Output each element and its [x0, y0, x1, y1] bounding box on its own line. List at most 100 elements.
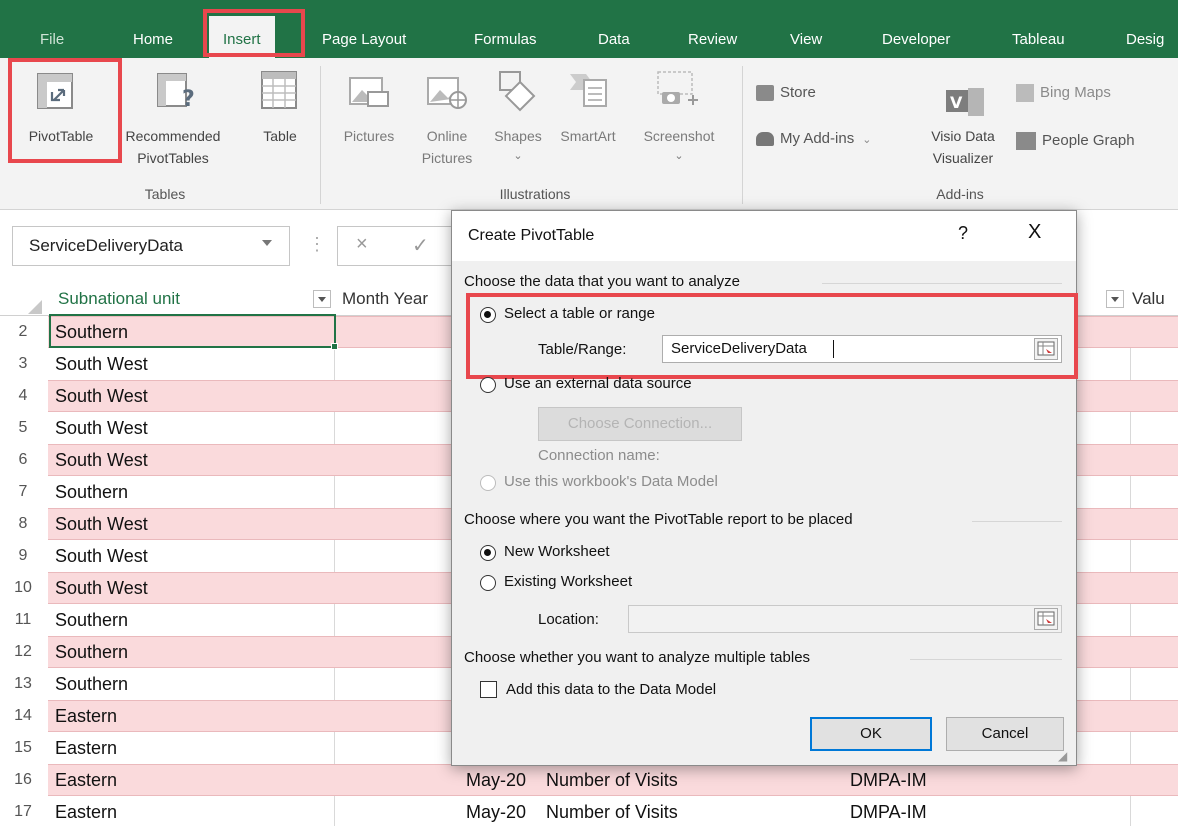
tab-home[interactable]: Home: [133, 0, 173, 58]
add-to-data-model-label[interactable]: Add this data to the Data Model: [506, 681, 716, 698]
cell-subnational-unit[interactable]: Eastern: [55, 796, 117, 826]
new-worksheet-radio[interactable]: [480, 545, 496, 561]
tab-formulas[interactable]: Formulas: [474, 0, 537, 58]
tab-file[interactable]: File: [40, 0, 64, 58]
cell-subnational-unit[interactable]: South West: [55, 508, 148, 540]
cell-indicator[interactable]: Number of Visits: [546, 764, 678, 796]
cell-month-year[interactable]: May-20: [466, 796, 526, 826]
row-number[interactable]: 5: [0, 412, 46, 444]
tab-design[interactable]: Desig: [1126, 0, 1164, 58]
row-number[interactable]: 16: [0, 764, 46, 796]
tab-review[interactable]: Review: [688, 0, 737, 58]
visio-label-1: Visio Data: [931, 128, 995, 144]
row-number[interactable]: 6: [0, 444, 46, 476]
help-button[interactable]: ?: [958, 223, 968, 244]
data-model-radio[interactable]: [480, 475, 496, 491]
choose-connection-button[interactable]: Choose Connection...: [538, 407, 742, 441]
cell-subnational-unit[interactable]: South West: [55, 412, 148, 444]
filter-dropdown-subnational-icon[interactable]: [313, 290, 331, 308]
screenshot-label: Screenshot: [643, 128, 715, 144]
row-number[interactable]: 2: [0, 316, 46, 348]
cancel-button[interactable]: Cancel: [946, 717, 1064, 751]
cell-method[interactable]: DMPA-IM: [850, 796, 927, 826]
pictures-button[interactable]: Pictures: [330, 58, 408, 162]
smartart-button[interactable]: SmartArt: [552, 58, 624, 162]
external-data-source-label[interactable]: Use an external data source: [504, 375, 692, 392]
location-input[interactable]: [628, 605, 1062, 633]
section-divider: [910, 659, 1062, 660]
row-number[interactable]: 4: [0, 380, 46, 412]
people-graph-label: People Graph: [1042, 132, 1135, 149]
my-addins-button[interactable]: My Add-ins ⌄: [756, 130, 871, 147]
tab-page-layout[interactable]: Page Layout: [322, 0, 406, 58]
tab-developer[interactable]: Developer: [882, 0, 950, 58]
tab-view[interactable]: View: [790, 0, 822, 58]
name-box[interactable]: ServiceDeliveryData: [12, 226, 290, 266]
select-all-icon[interactable]: [28, 300, 42, 314]
row-number[interactable]: 14: [0, 700, 46, 732]
cell-subnational-unit[interactable]: South West: [55, 380, 148, 412]
cell-subnational-unit[interactable]: Southern: [55, 316, 128, 348]
close-button[interactable]: X: [1028, 221, 1041, 244]
tab-tableau[interactable]: Tableau: [1012, 0, 1065, 58]
cell-subnational-unit[interactable]: Southern: [55, 636, 128, 668]
cell-month-year[interactable]: May-20: [466, 764, 526, 796]
table-label: Table: [263, 128, 297, 144]
cell-subnational-unit[interactable]: Southern: [55, 668, 128, 700]
recommended-pivottables-icon: ?: [157, 73, 194, 110]
location-picker-icon[interactable]: [1034, 608, 1058, 630]
filter-dropdown-value-icon[interactable]: [1106, 290, 1124, 308]
row-number[interactable]: 10: [0, 572, 46, 604]
row-number[interactable]: 11: [0, 604, 46, 636]
online-pictures-button[interactable]: Online Pictures: [410, 58, 484, 178]
cell-subnational-unit[interactable]: South West: [55, 444, 148, 476]
people-graph-button[interactable]: People Graph: [1016, 132, 1135, 151]
cell-method[interactable]: DMPA-IM: [850, 764, 927, 796]
cell-subnational-unit[interactable]: Eastern: [55, 764, 117, 796]
row-number[interactable]: 3: [0, 348, 46, 380]
shapes-button[interactable]: Shapes ⌄: [484, 58, 552, 178]
row-number[interactable]: 15: [0, 732, 46, 764]
screenshot-dropdown-icon: ⌄: [674, 150, 684, 162]
recommended-pivottables-button[interactable]: ? Recommended PivotTables: [118, 58, 228, 178]
cancel-icon[interactable]: ×: [356, 233, 368, 256]
row-number[interactable]: 17: [0, 796, 46, 826]
row-number[interactable]: 12: [0, 636, 46, 668]
cell-subnational-unit[interactable]: Southern: [55, 476, 128, 508]
formula-bar-splitter-icon[interactable]: ⋮: [308, 234, 326, 255]
row-number[interactable]: 9: [0, 540, 46, 572]
new-worksheet-label[interactable]: New Worksheet: [504, 543, 610, 560]
cell-subnational-unit[interactable]: Eastern: [55, 700, 117, 732]
cell-indicator[interactable]: Number of Visits: [546, 796, 678, 826]
store-button[interactable]: Store: [756, 84, 816, 102]
tab-data[interactable]: Data: [598, 0, 630, 58]
cell-subnational-unit[interactable]: South West: [55, 540, 148, 572]
shapes-icon: [499, 71, 536, 112]
cell-subnational-unit[interactable]: Eastern: [55, 732, 117, 764]
resize-grip-icon[interactable]: ◢: [1058, 749, 1067, 763]
cell-subnational-unit[interactable]: South West: [55, 348, 148, 380]
data-model-label[interactable]: Use this workbook's Data Model: [504, 473, 718, 490]
external-data-source-radio[interactable]: [480, 377, 496, 393]
cell-subnational-unit[interactable]: Southern: [55, 604, 128, 636]
screenshot-button[interactable]: Screenshot ⌄: [624, 58, 734, 178]
connection-name-label: Connection name:: [538, 447, 660, 464]
svg-text:V: V: [950, 93, 963, 112]
row-number[interactable]: 13: [0, 668, 46, 700]
existing-worksheet-radio[interactable]: [480, 575, 496, 591]
existing-worksheet-label[interactable]: Existing Worksheet: [504, 573, 632, 590]
ok-button[interactable]: OK: [810, 717, 932, 751]
visio-data-visualizer-button[interactable]: V Visio Data Visualizer: [916, 58, 1010, 178]
fill-handle[interactable]: [331, 343, 338, 350]
table-button[interactable]: Table: [250, 58, 310, 162]
bing-maps-button[interactable]: Bing Maps: [1016, 84, 1111, 103]
add-to-data-model-checkbox[interactable]: [480, 681, 497, 698]
row-number[interactable]: 8: [0, 508, 46, 540]
svg-text:?: ?: [182, 87, 194, 110]
cell-subnational-unit[interactable]: South West: [55, 572, 148, 604]
enter-icon[interactable]: ✓: [412, 233, 429, 258]
visio-icon: V: [946, 88, 984, 116]
section-placement-heading: Choose where you want the PivotTable rep…: [464, 511, 853, 528]
row-number[interactable]: 7: [0, 476, 46, 508]
name-box-dropdown-icon[interactable]: [262, 240, 272, 246]
